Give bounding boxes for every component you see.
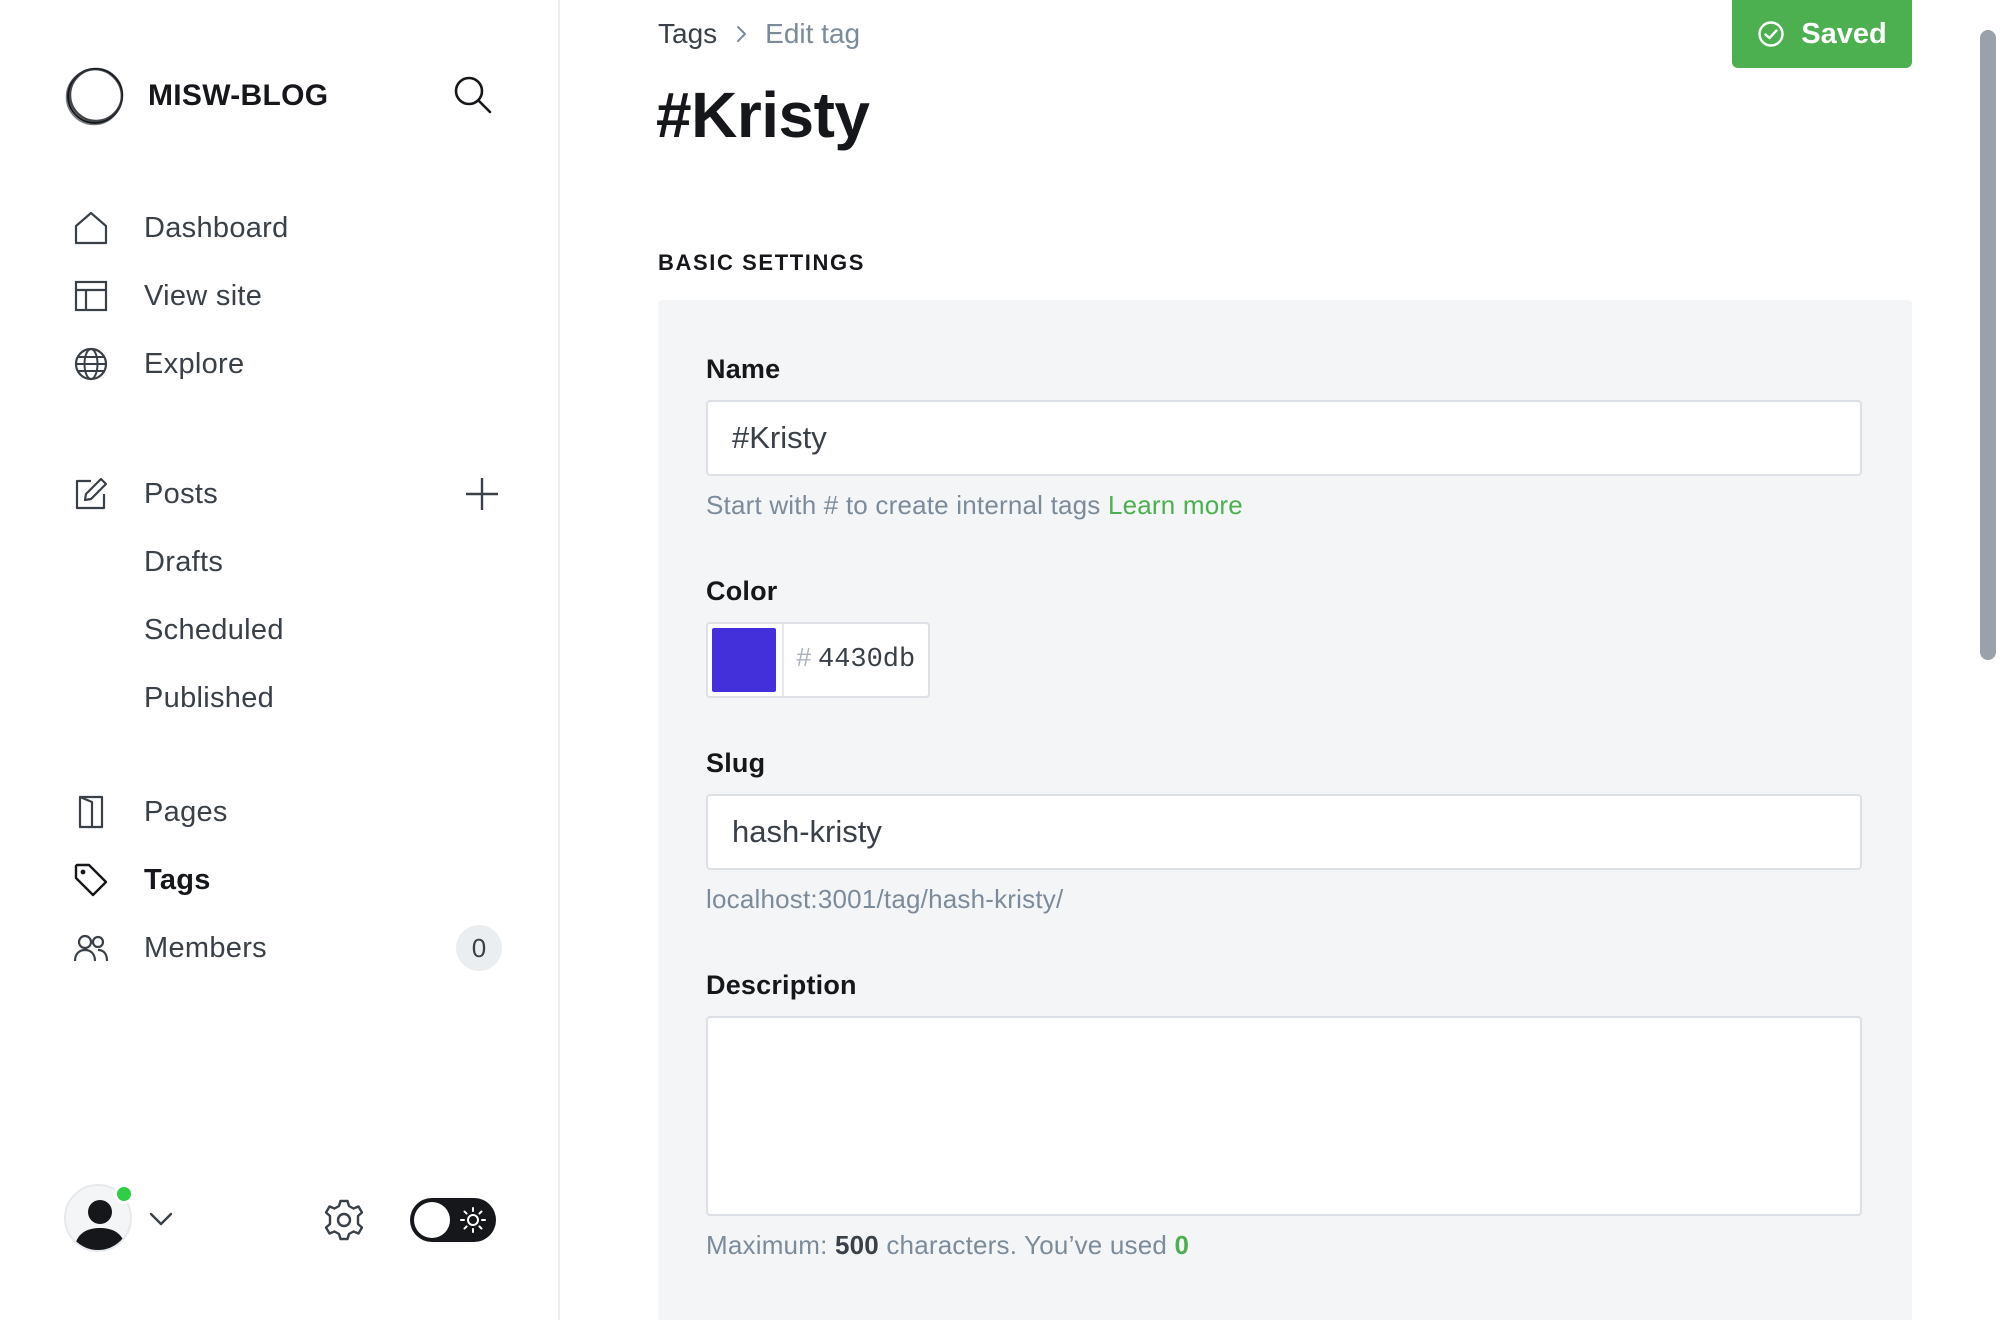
chevron-down-icon[interactable]: [146, 1204, 176, 1234]
saved-button[interactable]: Saved: [1732, 0, 1912, 68]
color-field: #: [706, 622, 930, 698]
search-icon[interactable]: [452, 74, 494, 116]
saved-label: Saved: [1801, 17, 1887, 50]
slug-url-preview: localhost:3001/tag/hash-kristy/: [706, 884, 1064, 914]
globe-icon: [72, 345, 110, 383]
slug-label: Slug: [706, 748, 766, 778]
color-hex-input[interactable]: [818, 645, 928, 675]
brand-logo-icon: [65, 67, 124, 126]
check-circle-icon: [1758, 21, 1784, 47]
home-icon: [72, 209, 110, 247]
layout-icon: [72, 277, 110, 315]
toggle-knob: [414, 1202, 450, 1238]
name-hint: Start with # to create internal tags Lea…: [706, 490, 1243, 521]
main-content: Tags Edit tag Saved #Kristy BASIC SETTIN…: [560, 0, 2000, 1320]
gear-icon[interactable]: [322, 1198, 366, 1242]
primary-nav: Dashboard View site Explore: [72, 194, 502, 398]
dark-mode-toggle[interactable]: [410, 1198, 496, 1242]
online-status-dot: [114, 1184, 134, 1204]
hex-hash-prefix: #: [795, 645, 812, 675]
edit-icon: [72, 475, 110, 513]
nav-sub-scheduled[interactable]: Scheduled: [72, 596, 502, 664]
sidebar-footer: [64, 1184, 504, 1256]
nav-item-pages[interactable]: Pages: [72, 778, 502, 846]
nav-label: View site: [144, 279, 263, 312]
nav-item-explore[interactable]: Explore: [72, 330, 502, 398]
desc-used-count: 0: [1174, 1230, 1190, 1260]
nav-label: Tags: [144, 863, 211, 896]
nav-item-view-site[interactable]: View site: [72, 262, 502, 330]
breadcrumb: Tags Edit tag: [658, 16, 860, 52]
description-textarea[interactable]: [706, 1016, 1862, 1216]
nav-label: Members: [144, 931, 267, 964]
desc-hint-prefix: Maximum:: [706, 1230, 828, 1260]
nav-label: Pages: [144, 795, 228, 828]
nav-sub-published[interactable]: Published: [72, 664, 502, 732]
desc-max-count: 500: [834, 1230, 879, 1260]
nav-item-dashboard[interactable]: Dashboard: [72, 194, 502, 262]
basic-settings-panel: Name Start with # to create internal tag…: [658, 300, 1912, 1320]
members-icon: [72, 929, 110, 967]
nav-item-posts[interactable]: Posts: [72, 460, 502, 528]
desc-hint-mid: characters. You’ve used: [886, 1230, 1168, 1260]
page-title: #Kristy: [656, 79, 870, 151]
description-label: Description: [706, 970, 857, 1000]
posts-nav: Posts Drafts Scheduled Published: [72, 460, 502, 732]
nav-label: Explore: [144, 347, 245, 380]
learn-more-link[interactable]: Learn more: [1108, 490, 1243, 520]
nav-label: Dashboard: [144, 211, 289, 244]
new-post-plus-icon[interactable]: [462, 474, 502, 514]
section-title: BASIC SETTINGS: [658, 250, 865, 275]
breadcrumb-tags-link[interactable]: Tags: [658, 18, 717, 50]
members-count-badge: 0: [456, 925, 502, 971]
scrollbar[interactable]: [1980, 30, 1996, 660]
color-label: Color: [706, 576, 778, 606]
name-label: Name: [706, 354, 781, 384]
secondary-nav: Pages Tags Members 0: [72, 778, 502, 982]
hex-wrap: #: [781, 624, 928, 696]
brand[interactable]: MISW-BLOG: [64, 64, 328, 128]
nav-sub-drafts[interactable]: Drafts: [72, 528, 502, 596]
breadcrumb-current: Edit tag: [765, 18, 861, 49]
nav-item-tags[interactable]: Tags: [72, 846, 502, 914]
color-swatch[interactable]: [712, 628, 776, 692]
nav-label: Posts: [144, 477, 219, 510]
nav-item-members[interactable]: Members 0: [72, 914, 502, 982]
name-input[interactable]: [706, 400, 1862, 476]
page-icon: [72, 793, 110, 831]
sun-icon: [460, 1207, 486, 1233]
brand-name: MISW-BLOG: [148, 79, 329, 112]
name-hint-text: Start with # to create internal tags: [706, 490, 1101, 520]
chevron-right-icon: [737, 26, 747, 42]
description-hint: Maximum: 500 characters. You’ve used 0: [706, 1230, 1189, 1261]
slug-input[interactable]: [706, 794, 1862, 870]
sidebar: MISW-BLOG Dashboard View site Explore Po…: [0, 0, 560, 1320]
tag-icon: [72, 861, 110, 899]
